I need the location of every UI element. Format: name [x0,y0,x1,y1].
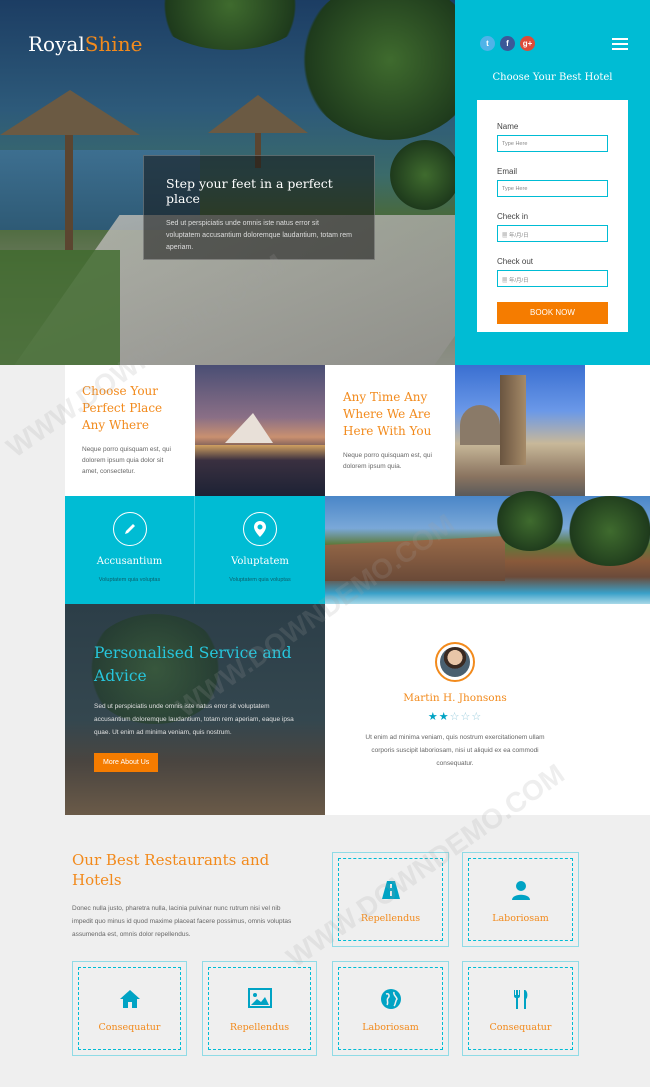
service-card-2: Voluptatem Voluptatem quia voluptas [195,496,325,604]
restaurant-card[interactable]: Laboriosam [462,852,579,947]
service-1-title: Accusantium [96,556,163,567]
feature-2-title: Any Time Any Where We Are Here With You [343,390,432,438]
social-links: t f g+ [480,36,535,51]
star-icon: ☆ [449,711,461,723]
blank-tile [585,365,650,496]
google-plus-icon[interactable]: g+ [520,36,535,51]
feature-2-text: Neque porro quisquam est, qui dolorem ip… [343,452,432,470]
checkin-label: Check in [497,212,529,221]
palm-tree [150,0,310,50]
restaurant-card-label: Consequatur [98,1022,161,1033]
restaurant-card[interactable]: Repellendus [202,961,317,1056]
name-label: Name [497,122,519,131]
testimonial-card: Martin H. Jhonsons ★★☆☆☆ Ut enim ad mini… [325,604,585,815]
more-about-us-button[interactable]: More About Us [94,753,159,772]
hero-caption: Step your feet in a perfect place Sed ut… [143,155,375,260]
testimonial-text: Ut enim ad minima veniam, quis nostrum e… [365,734,545,767]
tower-shape [500,375,526,465]
opera-shell-shape [225,413,273,443]
feature-card-2: Any Time Any Where We Are Here With You … [325,365,455,496]
booking-title: Choose Your Best Hotel [492,72,613,83]
restaurant-card-label: Laboriosam [362,1022,419,1033]
site-logo[interactable]: RoyalShine [28,32,142,56]
cutlery-icon [463,988,578,1015]
advice-text: Sed ut perspiciatis unde omnis iste natu… [94,703,294,736]
user-icon [463,879,578,906]
hut-roof [0,90,140,135]
restaurants-intro: Our Best Restaurants and Hotels Donec nu… [72,850,302,941]
restaurant-card[interactable]: Repellendus [332,852,449,947]
restaurant-card-label: Laboriosam [492,913,549,924]
opera-house-image [195,365,325,496]
service-2-sub: Voluptatem quia voluptas [229,577,291,583]
restaurant-card[interactable]: Consequatur [462,961,579,1056]
feature-1-title: Choose Your Perfect Place Any Where [82,384,163,432]
star-icon: ☆ [471,711,483,723]
hut-roof [208,95,308,133]
facebook-icon[interactable]: f [500,36,515,51]
hero-text: Sed ut perspiciatis unde omnis iste natu… [166,220,352,251]
advice-section: Personalised Service and Advice Sed ut p… [65,604,325,815]
restaurant-card-label: Consequatur [489,1022,552,1033]
road-icon [333,879,448,906]
booking-panel: t f g+ Choose Your Best Hotel Name Type … [455,0,650,365]
blank-tile [585,604,650,815]
home-icon [73,988,186,1015]
hut-pole [65,130,73,250]
restaurant-card[interactable]: Consequatur [72,961,187,1056]
hero-banner: RoyalShine Step your feet in a perfect p… [0,0,455,365]
globe-icon [333,988,448,1015]
book-now-button[interactable]: BOOK NOW [497,302,608,324]
twitter-icon[interactable]: t [480,36,495,51]
feature-card-1: Choose Your Perfect Place Any Where Nequ… [65,365,195,496]
service-card-1: Accusantium Voluptatem quia voluptas [65,496,195,604]
restaurants-title: Our Best Restaurants and Hotels [72,851,270,889]
restaurants-text: Donec nulla justo, pharetra nulla, lacin… [72,905,292,938]
checkin-date-field[interactable]: ▦ 年/月/日 [497,225,608,242]
harbour-lights [195,445,325,496]
location-icon [243,512,277,546]
booking-form: Name Type Here Email Type Here Check in … [477,100,628,332]
hotel-tower-image [455,365,585,496]
email-field[interactable]: Type Here [497,180,608,197]
restaurant-card-label: Repellendus [229,1022,290,1033]
testimonial-name: Martin H. Jhonsons [403,692,507,704]
image-icon [203,988,316,1013]
star-icon: ☆ [460,711,472,723]
pencil-icon [112,512,147,546]
star-icon: ★ [438,711,450,723]
service-2-title: Voluptatem [231,556,289,567]
rating-stars: ★★☆☆☆ [325,710,585,723]
palm-tree [300,0,455,140]
palm-tree [495,491,565,551]
hamburger-menu-icon[interactable] [612,38,628,53]
feature-1-text: Neque porro quisquam est, qui dolorem ip… [82,446,171,475]
avatar [435,642,475,682]
palm-tree [390,140,455,210]
grass-background [0,250,120,365]
checkout-date-field[interactable]: ▦ 年/月/日 [497,270,608,287]
resort-building [325,536,505,581]
name-field[interactable]: Type Here [497,135,608,152]
email-label: Email [497,167,518,176]
resort-pool-image [325,491,650,604]
service-1-sub: Voluptatem quia voluptas [98,577,161,583]
advice-title: Personalised Service and Advice [94,644,292,685]
hero-title: Step your feet in a perfect place [166,176,333,206]
dome-shape [460,405,500,445]
palm-tree [565,496,650,566]
star-icon: ★ [427,711,439,723]
checkout-label: Check out [497,257,534,266]
restaurant-card-label: Repellendus [360,913,421,924]
restaurant-card[interactable]: Laboriosam [332,961,449,1056]
